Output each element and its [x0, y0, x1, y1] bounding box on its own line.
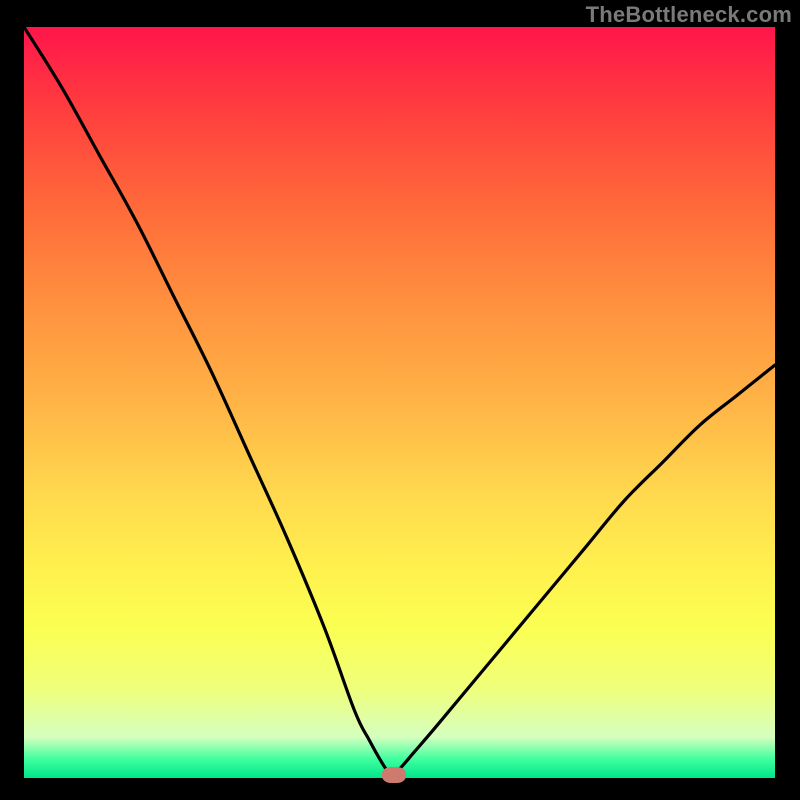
minimum-marker — [382, 767, 406, 783]
bottleneck-curve-path — [24, 27, 775, 775]
chart-frame: TheBottleneck.com — [0, 0, 800, 800]
watermark-text: TheBottleneck.com — [586, 2, 792, 28]
curve-svg — [24, 27, 775, 778]
plot-area — [24, 27, 775, 778]
